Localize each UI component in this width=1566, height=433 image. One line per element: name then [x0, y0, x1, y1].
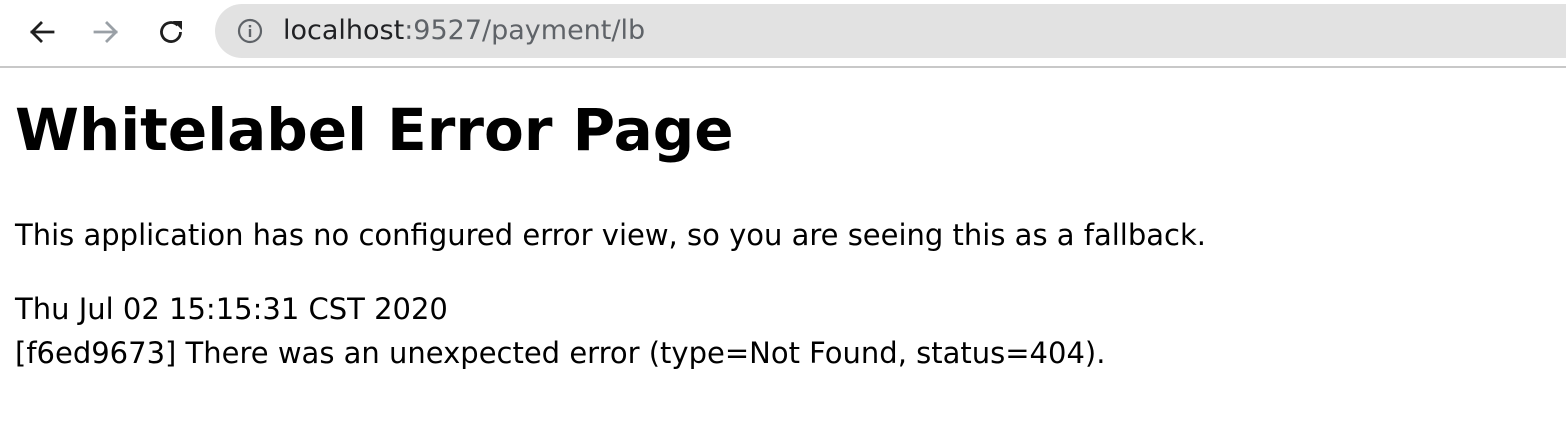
reload-button[interactable]	[149, 10, 193, 54]
browser-toolbar: localhost:9527/payment/lb	[0, 0, 1566, 68]
back-button[interactable]	[20, 10, 64, 54]
url-path: :9527/payment/lb	[404, 15, 646, 46]
address-bar[interactable]: localhost:9527/payment/lb	[215, 4, 1566, 58]
url-text[interactable]: localhost:9527/payment/lb	[283, 4, 645, 58]
url-host: localhost	[283, 15, 405, 46]
arrow-left-icon	[30, 21, 55, 43]
forward-button[interactable]	[84, 10, 128, 54]
error-timestamp: Thu Jul 02 15:15:31 CST 2020	[15, 292, 448, 326]
info-icon[interactable]	[237, 18, 263, 44]
page-title: Whitelabel Error Page	[15, 96, 734, 164]
reload-icon	[160, 21, 182, 43]
error-message: This application has no configured error…	[15, 218, 1206, 252]
arrow-right-icon	[93, 21, 118, 43]
error-detail: [f6ed9673] There was an unexpected error…	[15, 336, 1106, 370]
